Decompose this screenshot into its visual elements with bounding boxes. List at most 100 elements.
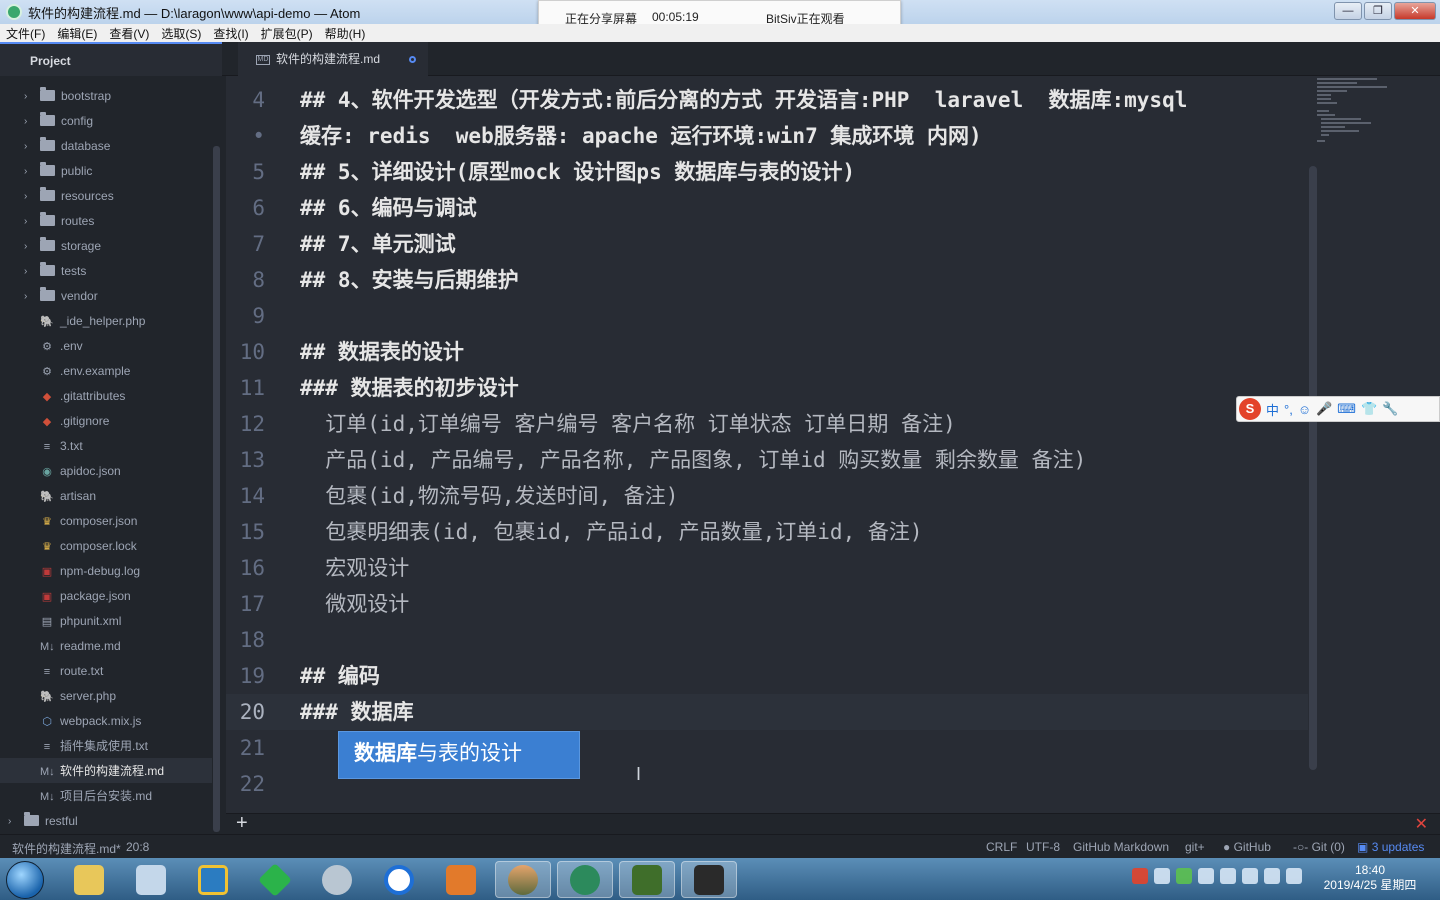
code-line[interactable]: 缓存: redis web服务器: apache 运行环境:win7 集成环境 … [300, 118, 982, 154]
maximize-button[interactable]: ❐ [1364, 2, 1392, 20]
tab-readme-file[interactable]: MD 软件的构建流程.md [238, 42, 428, 76]
tree-scrollbar[interactable] [213, 146, 220, 832]
tray-icon-4[interactable] [1198, 868, 1214, 884]
line-number[interactable]: 8 [226, 262, 298, 298]
code-line[interactable]: ### 数据库 [300, 694, 414, 730]
tree-folder-storage[interactable]: › storage [24, 234, 101, 259]
tree-folder-vendor[interactable]: › vendor [24, 284, 98, 309]
status-file-name[interactable]: 软件的构建流程.md* [12, 840, 121, 857]
modified-indicator-icon[interactable] [409, 56, 416, 63]
code-line[interactable]: 包裹明细表(id, 包裹id, 产品id, 产品数量,订单id, 备注) [300, 514, 922, 550]
ime-toolbar[interactable]: S 中 °, ☺ 🎤 ⌨ 👕 🔧 [1236, 396, 1440, 422]
taskbar-app8[interactable] [495, 861, 551, 898]
line-number[interactable]: 4 [226, 82, 298, 118]
line-number[interactable]: 5 [226, 154, 298, 190]
line-number[interactable]: 14 [226, 478, 298, 514]
line-number[interactable]: 11 [226, 370, 298, 406]
menu-edit[interactable]: 编辑(E) [51, 25, 103, 42]
tree-file[interactable]: ≡ route.txt [40, 659, 104, 684]
code-line[interactable]: ## 5、详细设计(原型mock 设计图ps 数据库与表的设计) [300, 154, 855, 190]
line-number[interactable]: 21 [226, 730, 298, 766]
editor-scrollbar[interactable] [1309, 166, 1317, 770]
tree-folder-resources[interactable]: › resources [24, 184, 114, 209]
status-cursor-position[interactable]: 20:8 [126, 840, 149, 854]
ime-skin-icon[interactable]: 👕 [1361, 401, 1377, 417]
line-number[interactable]: 18 [226, 622, 298, 658]
taskbar-app3[interactable] [185, 861, 241, 898]
ime-tools-icon[interactable]: 🔧 [1382, 401, 1398, 417]
line-number[interactable]: 7 [226, 226, 298, 262]
minimize-button[interactable]: — [1334, 2, 1362, 20]
status-git-branch[interactable]: git+ [1185, 840, 1205, 854]
code-line[interactable]: 微观设计 [300, 586, 409, 622]
tree-file[interactable]: ▣ package.json [40, 584, 131, 609]
code-line[interactable]: 包裹(id,物流号码,发送时间, 备注) [300, 478, 678, 514]
tree-file[interactable]: 🐘 server.php [40, 684, 116, 709]
menu-file[interactable]: 文件(F) [0, 25, 51, 42]
taskbar-app4[interactable] [247, 861, 303, 898]
tray-icon-2[interactable] [1154, 868, 1170, 884]
tree-file[interactable]: ▣ npm-debug.log [40, 559, 140, 584]
menu-find[interactable]: 查找(I) [207, 25, 254, 42]
tree-file[interactable]: ◆ .gitattributes [40, 384, 126, 409]
tree-file[interactable]: ≡ 插件集成使用.txt [40, 734, 148, 759]
status-github[interactable]: ● GitHub [1223, 840, 1271, 854]
selected-text[interactable]: 数据库与表的设计 [354, 734, 522, 774]
code-line[interactable]: 宏观设计 [300, 550, 409, 586]
status-line-ending[interactable]: CRLF [986, 840, 1017, 854]
close-button[interactable]: ✕ [1394, 2, 1436, 20]
taskbar-sogou[interactable] [371, 861, 427, 898]
menu-selection[interactable]: 选取(S) [155, 25, 207, 42]
line-number[interactable]: 10 [226, 334, 298, 370]
tree-file[interactable]: ≡ 3.txt [40, 434, 83, 459]
minimap[interactable] [1317, 76, 1437, 146]
tree-file[interactable]: ◉ apidoc.json [40, 459, 121, 484]
menu-view[interactable]: 查看(V) [103, 25, 155, 42]
project-panel-tab[interactable]: Project [0, 42, 222, 76]
tree-file[interactable]: M↓ 软件的构建流程.md [40, 759, 164, 784]
taskbar-app7[interactable] [433, 861, 489, 898]
code-line[interactable]: ## 编码 [300, 658, 380, 694]
tree-file[interactable]: ⚙ .env.example [40, 359, 130, 384]
tree-file[interactable]: M↓ 项目后台安装.md [40, 784, 152, 809]
taskbar-explorer[interactable] [61, 861, 117, 898]
status-encoding[interactable]: UTF-8 [1026, 840, 1060, 854]
tree-file[interactable]: ♛ composer.json [40, 509, 137, 534]
tree-file[interactable]: ◆ .gitignore [40, 409, 110, 434]
sogou-tray-icon[interactable] [1132, 868, 1148, 884]
ime-punctuation-icon[interactable]: °, [1284, 402, 1293, 417]
tree-folder-public[interactable]: › public [24, 159, 92, 184]
taskbar-app5[interactable] [309, 861, 365, 898]
menu-packages[interactable]: 扩展包(P) [255, 25, 319, 42]
line-number[interactable]: 13 [226, 442, 298, 478]
start-button[interactable] [6, 861, 44, 899]
wechat-tray-icon[interactable] [1176, 868, 1192, 884]
line-number[interactable]: 16 [226, 550, 298, 586]
line-number[interactable]: 6 [226, 190, 298, 226]
line-number[interactable]: 9 [226, 298, 298, 334]
close-dock-icon[interactable]: ✕ [1415, 814, 1428, 834]
tree-file[interactable]: ⚙ .env [40, 334, 83, 359]
tree-folder-config[interactable]: › config [24, 109, 93, 134]
tree-folder-database[interactable]: › database [24, 134, 110, 159]
status-grammar[interactable]: GitHub Markdown [1073, 840, 1169, 854]
add-panel-icon[interactable]: + [236, 812, 248, 835]
sogou-logo-icon[interactable]: S [1239, 398, 1261, 420]
line-number[interactable]: 17 [226, 586, 298, 622]
line-number[interactable]: 19 [226, 658, 298, 694]
status-git-panel[interactable]: -○- Git (0) [1293, 840, 1345, 854]
code-line[interactable]: 订单(id,订单编号 客户编号 客户名称 订单状态 订单日期 备注) [300, 406, 955, 442]
line-number[interactable]: • [226, 118, 298, 154]
ime-keyboard-icon[interactable]: ⌨ [1337, 401, 1356, 417]
tree-file[interactable]: 🐘 _ide_helper.php [40, 309, 145, 334]
tree-file[interactable]: ♛ composer.lock [40, 534, 137, 559]
line-number[interactable]: 22 [226, 766, 298, 802]
ime-emoji-icon[interactable]: ☺ [1298, 402, 1311, 417]
tree-root-folder[interactable]: › restful [8, 809, 78, 834]
taskbar-atom[interactable] [557, 861, 613, 898]
taskbar-paint[interactable] [123, 861, 179, 898]
text-editor[interactable]: 4 ## 4、软件开发选型（开发方式:前后分离的方式 开发语言:PHP larav… [226, 76, 1440, 813]
taskbar-app11[interactable] [681, 861, 737, 898]
ime-voice-icon[interactable]: 🎤 [1316, 401, 1332, 417]
tree-folder-routes[interactable]: › routes [24, 209, 94, 234]
